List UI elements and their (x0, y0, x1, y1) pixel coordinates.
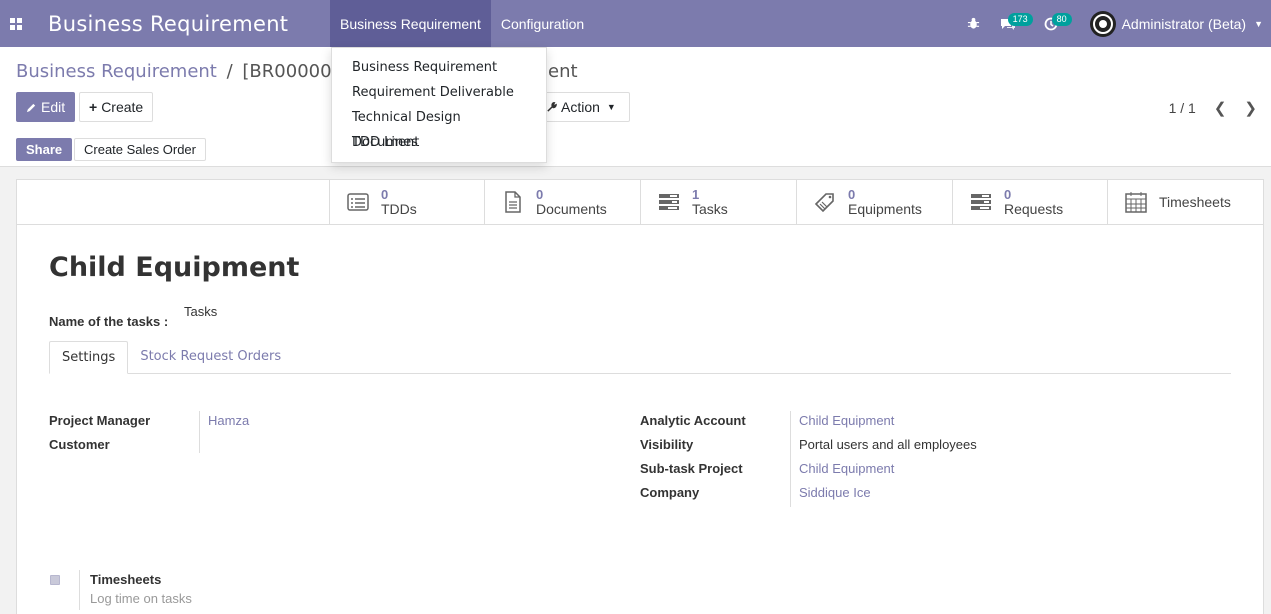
plus-icon: + (89, 99, 98, 115)
requests-smart-button[interactable]: 0 Requests (952, 180, 1108, 224)
sub-task-project-label: Sub-task Project (640, 461, 743, 476)
apps-menu-icon[interactable] (0, 0, 32, 47)
field-divider (199, 411, 200, 453)
tasks-name-label: Name of the tasks : (49, 314, 169, 329)
smart-button-box: 0 TDDs 0 Documents 1 Tasks 0 Equipments 0 Req… (17, 180, 1263, 225)
top-navbar: Business Requirement Business Requiremen… (0, 0, 1271, 47)
user-menu[interactable]: Administrator (Beta) ▼ (1078, 10, 1271, 37)
breadcrumb: Business Requirement / [BR000002] (16, 61, 350, 82)
menu-business-requirement[interactable]: Business Requirement (330, 0, 491, 47)
equipments-smart-button[interactable]: 0 Equipments (796, 180, 952, 224)
control-panel: Business Requirement / [BR000002] ent Ed… (0, 47, 1271, 167)
edit-label: Edit (41, 99, 66, 115)
field-divider (790, 411, 791, 507)
tdds-smart-button[interactable]: 0 TDDs (329, 180, 485, 224)
equipments-label: Equipments (848, 201, 922, 217)
requests-count: 0 (1004, 187, 1012, 202)
document-icon (505, 191, 521, 213)
equipments-count: 0 (848, 187, 856, 202)
record-title: Child Equipment (49, 252, 300, 283)
dropdown-item-tdd-lines[interactable]: TDD Lines (332, 130, 546, 155)
sub-task-project-value[interactable]: Child Equipment (799, 461, 894, 476)
company-label: Company (640, 485, 700, 500)
form-sheet: 0 TDDs 0 Documents 1 Tasks 0 Equipments 0 Req… (16, 179, 1264, 614)
timesheets-smart-button[interactable]: Timesheets (1107, 180, 1263, 224)
action-dropdown-button[interactable]: Action ▼ (537, 92, 630, 122)
list-icon (347, 193, 369, 211)
tasks-icon (971, 194, 991, 210)
breadcrumb-parent-link[interactable]: Business Requirement (16, 61, 217, 82)
dropdown-item-business-requirement[interactable]: Business Requirement (332, 55, 546, 80)
pager-value[interactable]: 1 / 1 (1169, 100, 1196, 116)
tab-settings[interactable]: Settings (49, 341, 129, 374)
user-name: Administrator (Beta) (1121, 15, 1247, 32)
tasks-count: 1 (692, 187, 700, 202)
requests-label: Requests (1004, 201, 1064, 217)
messages-icon[interactable]: 173 (990, 0, 1034, 47)
create-sales-order-button[interactable]: Create Sales Order (74, 138, 206, 161)
timesheets-setting-subtitle: Log time on tasks (90, 591, 192, 606)
breadcrumb-current-suffix: ent (548, 61, 578, 82)
project-manager-label: Project Manager (49, 413, 151, 428)
visibility-value[interactable]: Portal users and all employees (799, 437, 977, 452)
documents-count: 0 (536, 187, 544, 202)
pager-next-icon[interactable]: ❯ (1244, 99, 1257, 117)
wrench-icon (547, 101, 557, 112)
tasks-name-value: Tasks (184, 304, 218, 319)
dropdown-item-requirement-deliverable[interactable]: Requirement Deliverable (332, 80, 546, 105)
visibility-label: Visibility (640, 437, 694, 452)
app-brand[interactable]: Business Requirement (32, 12, 330, 36)
timesheets-label: Timesheets (1159, 194, 1231, 210)
dropdown-item-technical-design-document[interactable]: Technical Design Document (332, 105, 546, 150)
tasks-icon (659, 194, 679, 210)
pager: 1 / 1 ❮ ❯ (1169, 99, 1257, 117)
tag-icon (814, 193, 834, 213)
customer-label: Customer (49, 437, 110, 452)
menu-configuration[interactable]: Configuration (491, 0, 594, 47)
tasks-label: Tasks (692, 201, 728, 217)
project-manager-value[interactable]: Hamza (208, 413, 249, 428)
business-requirement-dropdown: Business Requirement Requirement Deliver… (331, 47, 547, 163)
calendar-icon (1125, 192, 1147, 213)
action-label: Action (561, 99, 600, 115)
user-avatar (1089, 10, 1116, 37)
edit-button[interactable]: Edit (16, 92, 76, 122)
share-button[interactable]: Share (16, 138, 73, 161)
activity-badge: 80 (1051, 13, 1072, 26)
create-label: Create (101, 99, 144, 115)
messages-badge: 173 (1007, 13, 1033, 26)
tab-stock-request-orders[interactable]: Stock Request Orders (128, 341, 293, 374)
create-button[interactable]: + Create (79, 92, 154, 122)
company-value[interactable]: Siddique Ice (799, 485, 871, 500)
tdds-count: 0 (381, 187, 389, 202)
chevron-down-icon: ▼ (1254, 18, 1263, 29)
breadcrumb-separator: / (226, 61, 233, 82)
form-tabs: Settings Stock Request Orders (49, 341, 1231, 374)
activity-clock-icon[interactable]: 80 (1034, 0, 1078, 47)
pager-previous-icon[interactable]: ❮ (1214, 99, 1227, 117)
analytic-account-value[interactable]: Child Equipment (799, 413, 894, 428)
documents-smart-button[interactable]: 0 Documents (484, 180, 640, 224)
tdds-label: TDDs (381, 201, 417, 217)
field-divider (79, 570, 80, 610)
debug-bug-icon[interactable] (957, 0, 990, 47)
timesheets-checkbox[interactable] (50, 575, 60, 585)
pencil-icon (26, 103, 36, 112)
tasks-smart-button[interactable]: 1 Tasks (640, 180, 796, 224)
analytic-account-label: Analytic Account (640, 413, 746, 428)
timesheets-setting-title: Timesheets (90, 572, 162, 587)
documents-label: Documents (536, 201, 607, 217)
caret-down-icon: ▼ (606, 102, 616, 112)
